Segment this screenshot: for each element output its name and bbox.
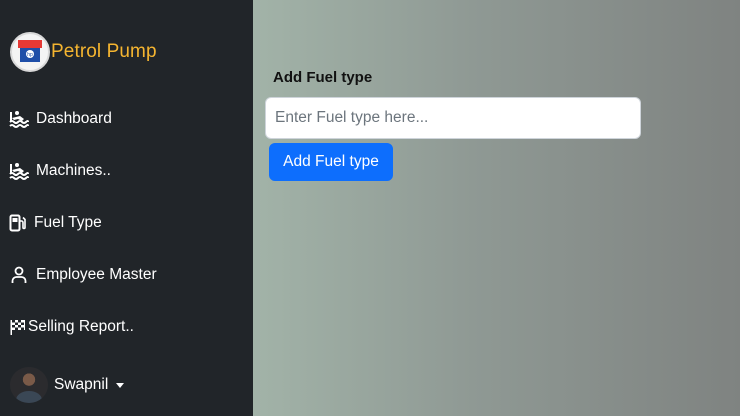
sidebar-item-label: Employee Master <box>36 266 157 283</box>
sidebar-item-label: Machines.. <box>36 162 111 179</box>
add-fuel-type-label: Add Fuel type <box>273 69 373 86</box>
svg-text:hp: hp <box>27 52 33 58</box>
brand-title: Petrol Pump <box>51 41 157 62</box>
fuel-type-input[interactable] <box>265 97 641 139</box>
sidebar-item-selling-report[interactable]: Selling Report.. <box>9 313 134 341</box>
user-name: Swapnil <box>54 376 109 393</box>
brand[interactable]: hp Petrol Pump <box>10 32 157 72</box>
avatar <box>10 367 48 403</box>
sidebar: hp Petrol Pump Dashboard Machines.. Fuel… <box>0 0 253 416</box>
water-waves-icon <box>9 109 29 129</box>
user-menu[interactable]: Swapnil <box>10 367 125 403</box>
sidebar-item-label: Fuel Type <box>34 214 102 231</box>
sidebar-item-dashboard[interactable]: Dashboard <box>9 105 112 133</box>
sidebar-item-employee-master[interactable]: Employee Master <box>9 261 157 289</box>
sidebar-item-label: Selling Report.. <box>28 318 134 335</box>
sidebar-item-machines[interactable]: Machines.. <box>9 157 111 185</box>
sidebar-item-label: Dashboard <box>36 110 112 127</box>
person-icon <box>9 265 29 285</box>
checkered-flag-icon <box>9 317 26 337</box>
water-waves-icon <box>9 161 29 181</box>
caret-down-icon <box>116 382 125 388</box>
add-fuel-type-button[interactable]: Add Fuel type <box>269 143 393 181</box>
main-content: Add Fuel type Add Fuel type <box>253 0 740 416</box>
hp-logo-icon: hp <box>10 32 50 72</box>
sidebar-item-fuel-type[interactable]: Fuel Type <box>9 209 102 237</box>
fuel-pump-icon <box>9 213 26 233</box>
